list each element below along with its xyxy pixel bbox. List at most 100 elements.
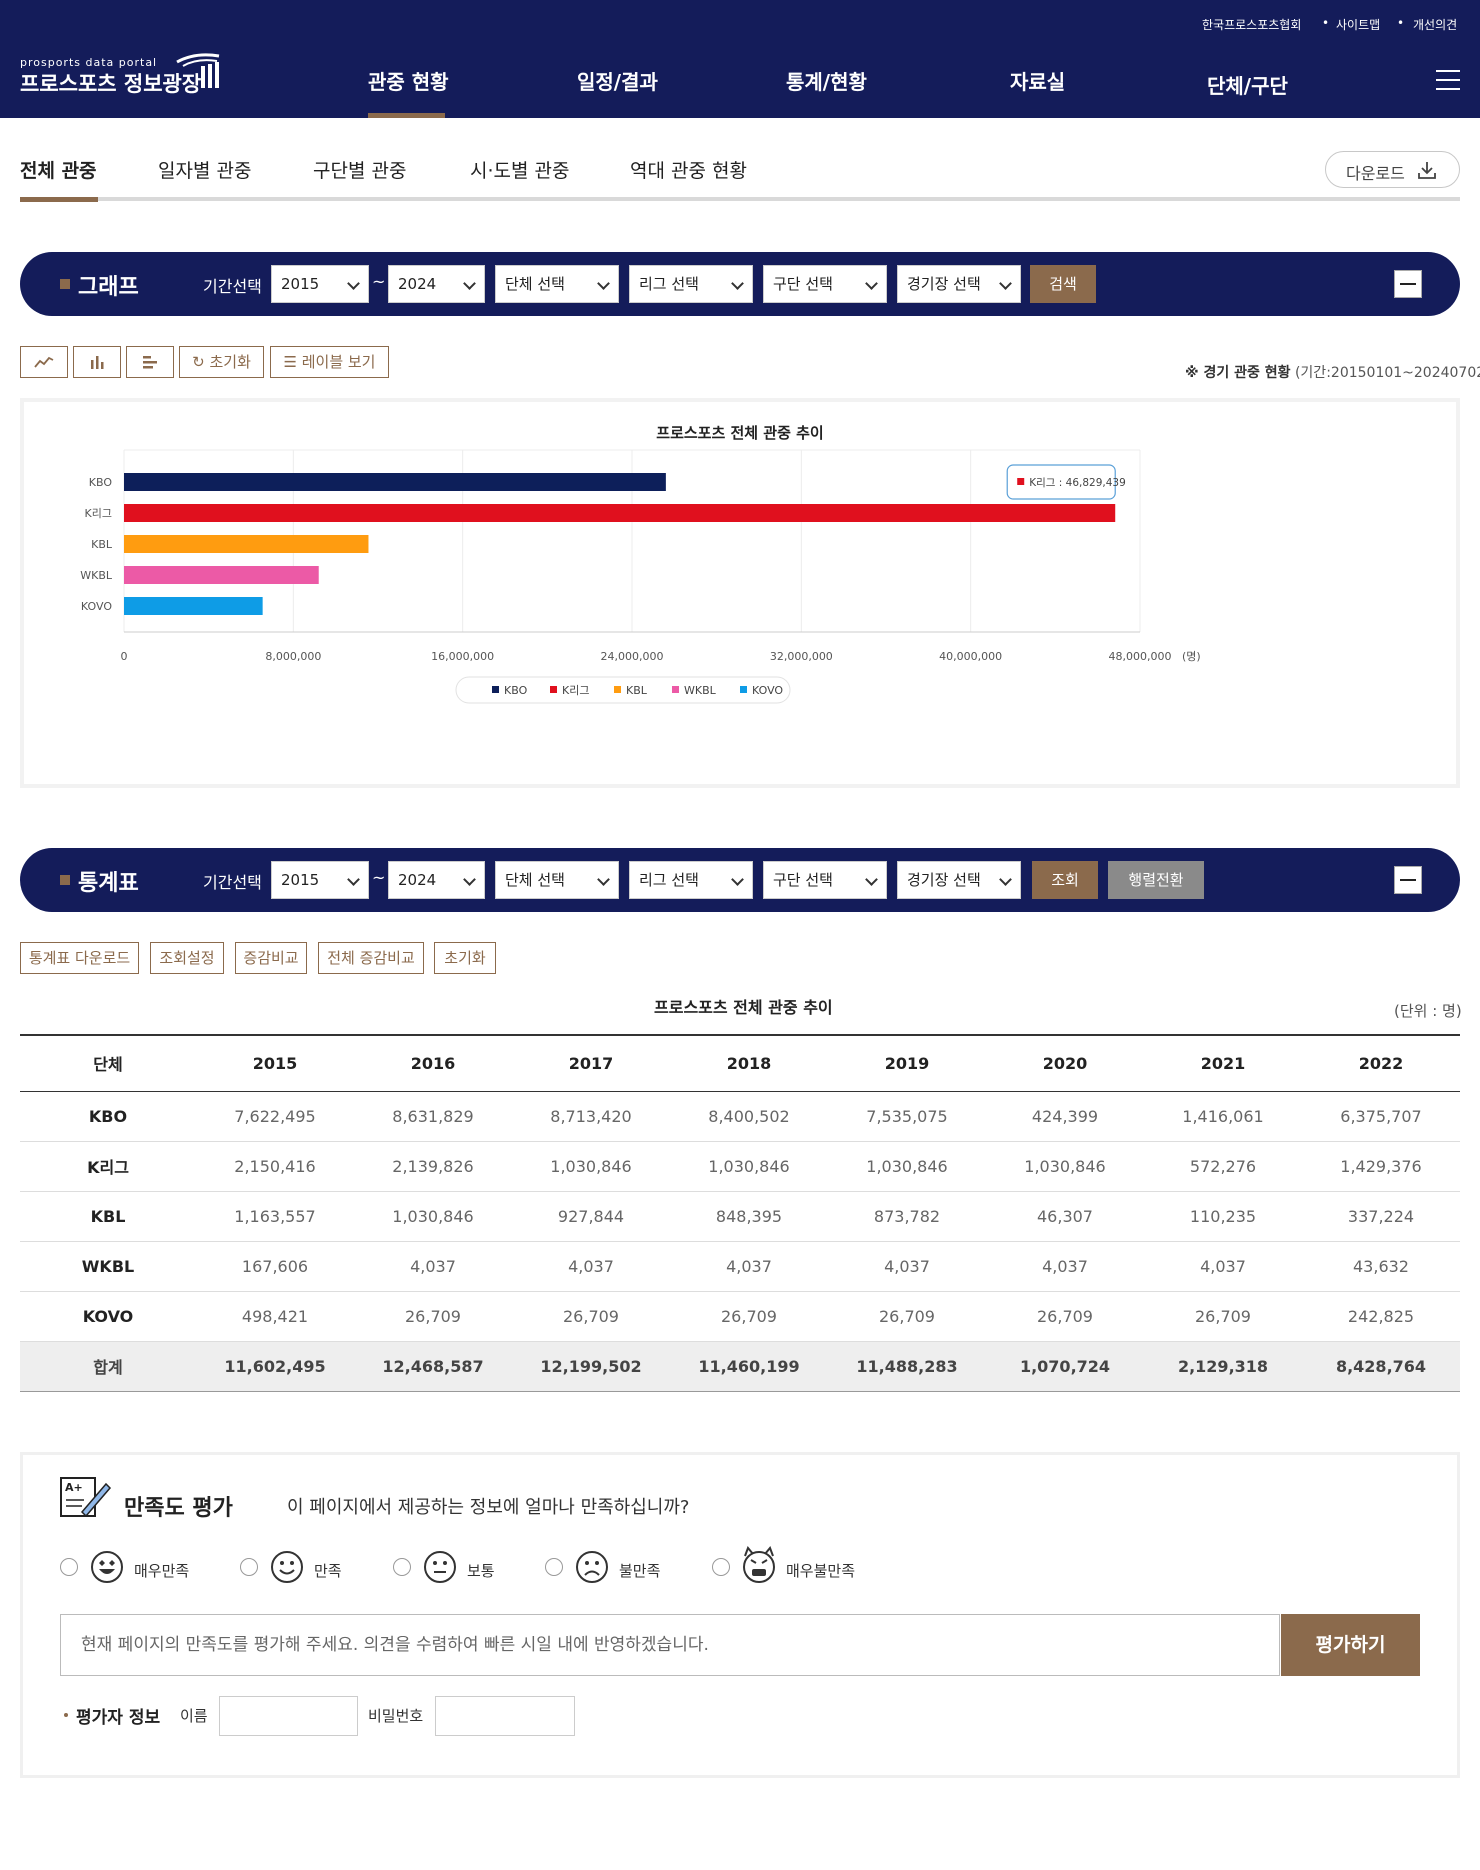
- option-dissatisfied: 불만족: [619, 1562, 661, 1580]
- legend-label: KOVO: [752, 684, 783, 697]
- password-label: 비밀번호: [368, 1707, 424, 1725]
- period-from-select[interactable]: 2015: [271, 861, 369, 899]
- radio-very-satisfied[interactable]: [60, 1558, 78, 1576]
- download-button[interactable]: 다운로드: [1325, 151, 1460, 188]
- table-row: KBO 7,622,495 8,631,829 8,713,420 8,400,…: [20, 1091, 1460, 1142]
- legend-swatch: [740, 686, 747, 693]
- collapse-button[interactable]: [1394, 866, 1422, 894]
- bar-3: [124, 566, 319, 584]
- table-cell: 26,709: [986, 1291, 1144, 1342]
- tilde: ~: [372, 868, 386, 887]
- query-button[interactable]: 조회: [1032, 861, 1098, 899]
- gnb-teams[interactable]: 단체/구단: [1207, 70, 1288, 99]
- tooltip-swatch: [1017, 478, 1025, 485]
- horizontal-bar-button[interactable]: [126, 346, 174, 378]
- table-cell: 12,468,587: [354, 1341, 512, 1392]
- table-cell: 8,713,420: [512, 1091, 670, 1142]
- attendance-table: 단체 2015 2016 2017 2018 2019 2020 2021 20…: [20, 1034, 1460, 1392]
- table-cell: 110,235: [1144, 1191, 1302, 1242]
- radio-very-dissatisfied[interactable]: [712, 1558, 730, 1576]
- logo[interactable]: prosports data portal 프로스포츠 정보광장: [20, 53, 230, 96]
- util-link-feedback[interactable]: 개선의견: [1413, 16, 1457, 33]
- line-chart-button[interactable]: [20, 346, 68, 378]
- org-select[interactable]: 단체 선택: [495, 861, 619, 899]
- table-cell: 7,622,495: [196, 1091, 354, 1142]
- opinion-input[interactable]: 현재 페이지의 만족도를 평가해 주세요. 의견을 수렴하여 빠른 시일 내에 …: [60, 1614, 1280, 1676]
- bar-1: [124, 504, 1116, 522]
- org-select-value: 단체 선택: [505, 871, 565, 889]
- table-cell: 2,150,416: [196, 1141, 354, 1192]
- name-input[interactable]: [219, 1696, 358, 1736]
- tab-total[interactable]: 전체 관중: [20, 156, 97, 183]
- col-header: 2018: [670, 1034, 828, 1092]
- chart-title: 프로스포츠 전체 관중 추이: [656, 424, 823, 442]
- query-settings-button[interactable]: 조회설정: [150, 942, 224, 974]
- download-icon: [1418, 162, 1436, 179]
- x-tick-label: 0: [121, 650, 128, 663]
- gnb-archive[interactable]: 자료실: [1010, 66, 1065, 95]
- club-select[interactable]: 구단 선택: [763, 861, 887, 899]
- radio-dissatisfied[interactable]: [545, 1558, 563, 1576]
- bar-chart-icon: [91, 356, 104, 369]
- reset-chart-button[interactable]: ↻ 초기화: [179, 346, 264, 378]
- period-from-select[interactable]: 2015: [271, 265, 369, 303]
- league-select[interactable]: 리그 선택: [629, 265, 753, 303]
- search-button[interactable]: 검색: [1030, 265, 1096, 303]
- org-select[interactable]: 단체 선택: [495, 265, 619, 303]
- util-link-sitemap[interactable]: 사이트맵: [1336, 16, 1380, 33]
- util-link-kpsa[interactable]: 한국프로스포츠협회: [1202, 16, 1301, 33]
- reset-table-button[interactable]: 초기화: [434, 942, 496, 974]
- club-select[interactable]: 구단 선택: [763, 265, 887, 303]
- table-cell: 4,037: [670, 1241, 828, 1292]
- change-compare-button[interactable]: 증감비교: [235, 942, 307, 974]
- download-table-button[interactable]: 통계표 다운로드: [20, 942, 139, 974]
- tab-history[interactable]: 역대 관중 현황: [630, 156, 747, 183]
- gnb-attendance[interactable]: 관중 현황: [368, 66, 449, 95]
- period-from-value: 2015: [281, 871, 320, 889]
- tab-club[interactable]: 구단별 관중: [313, 156, 406, 183]
- x-tick-label: 40,000,000: [939, 650, 1002, 663]
- password-input[interactable]: [435, 1696, 575, 1736]
- stats-title: 통계표: [78, 871, 139, 896]
- table-cell: 1,416,061: [1144, 1091, 1302, 1142]
- period-to-select[interactable]: 2024: [388, 861, 485, 899]
- league-select-value: 리그 선택: [639, 871, 699, 889]
- very-dissatisfied-face-icon: [743, 1546, 775, 1583]
- show-labels-button[interactable]: ☰ 레이블 보기: [270, 346, 389, 378]
- table-cell: 6,375,707: [1302, 1091, 1460, 1142]
- table-cell: 7,535,075: [828, 1091, 986, 1142]
- hamburger-menu-icon[interactable]: [1436, 68, 1460, 92]
- gnb-schedule[interactable]: 일정/결과: [577, 66, 658, 95]
- table-cell: 46,307: [986, 1191, 1144, 1242]
- neutral-face-icon: [424, 1551, 456, 1583]
- gnb-stats[interactable]: 통계/현황: [786, 66, 867, 95]
- league-select[interactable]: 리그 선택: [629, 861, 753, 899]
- bullet: [64, 1713, 68, 1717]
- survey-question: 이 페이지에서 제공하는 정보에 얼마나 만족하십니까?: [287, 1497, 690, 1518]
- table-cell: 26,709: [1144, 1291, 1302, 1342]
- stadium-select-value: 경기장 선택: [907, 275, 981, 293]
- chevron-down-icon: [347, 277, 360, 290]
- collapse-button[interactable]: [1394, 270, 1422, 298]
- transpose-button[interactable]: 행렬전환: [1108, 861, 1204, 899]
- row-org: KBO: [20, 1091, 196, 1142]
- legend-label: K리그: [562, 684, 589, 697]
- table-cell: 498,421: [196, 1291, 354, 1342]
- rating-pencil-icon: A+: [60, 1477, 112, 1518]
- bar-chart-button[interactable]: [73, 346, 121, 378]
- stadium-select[interactable]: 경기장 선택: [897, 265, 1021, 303]
- radio-neutral[interactable]: [393, 1558, 411, 1576]
- col-header: 2016: [354, 1034, 512, 1092]
- table-cell: 848,395: [670, 1191, 828, 1242]
- tab-underline: [20, 197, 1460, 201]
- period-to-value: 2024: [398, 871, 437, 889]
- radio-satisfied[interactable]: [240, 1558, 258, 1576]
- svg-text:A+: A+: [65, 1481, 83, 1494]
- total-change-compare-button[interactable]: 전체 증감비교: [318, 942, 424, 974]
- tab-daily[interactable]: 일자별 관중: [158, 156, 251, 183]
- tab-region[interactable]: 시·도별 관중: [470, 156, 569, 183]
- stadium-select[interactable]: 경기장 선택: [897, 861, 1021, 899]
- period-to-select[interactable]: 2024: [388, 265, 485, 303]
- submit-rating-button[interactable]: 평가하기: [1281, 1614, 1420, 1676]
- chart-container: 프로스포츠 전체 관중 추이 KBO K리그 KBL WKBL KOVO 0 8,000,…: [20, 398, 1460, 788]
